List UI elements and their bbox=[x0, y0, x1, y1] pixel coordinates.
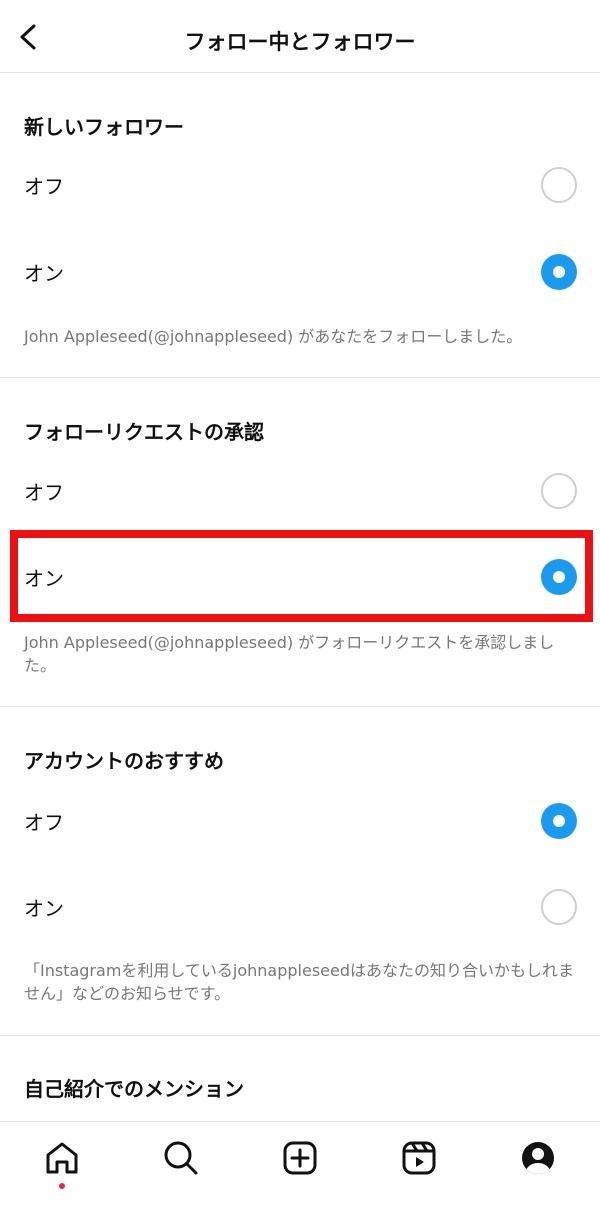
radio-button-selected[interactable] bbox=[541, 559, 577, 595]
section-title-account-suggestions: アカウントのおすすめ bbox=[24, 749, 224, 773]
section-title-follow-requests: フォローリクエストの承認 bbox=[24, 420, 264, 444]
reels-icon bbox=[402, 1141, 436, 1175]
nav-reels[interactable] bbox=[399, 1138, 439, 1178]
section-description: John Appleseed(@johnappleseed) がフォローリクエス… bbox=[24, 633, 555, 675]
notification-dot bbox=[59, 1183, 65, 1189]
nav-profile[interactable] bbox=[518, 1138, 558, 1178]
option-label: オン bbox=[24, 261, 64, 286]
search-icon bbox=[164, 1141, 198, 1175]
home-icon bbox=[46, 1142, 78, 1174]
option-label: オン bbox=[24, 566, 64, 591]
header: フォロー中とフォロワー bbox=[0, 0, 600, 73]
radio-button[interactable] bbox=[541, 889, 577, 925]
nav-create[interactable] bbox=[280, 1138, 320, 1178]
option-label: オフ bbox=[24, 480, 64, 505]
section-title-bio-mentions: 自己紹介でのメンション bbox=[24, 1077, 244, 1101]
section-title-new-followers: 新しいフォロワー bbox=[24, 115, 184, 139]
option-follow-requests-off[interactable]: オフ bbox=[0, 448, 600, 534]
option-new-followers-off[interactable]: オフ bbox=[0, 142, 600, 228]
create-icon bbox=[283, 1141, 317, 1175]
divider bbox=[0, 377, 600, 378]
option-account-suggestions-off[interactable]: オフ bbox=[0, 778, 600, 864]
option-label: オフ bbox=[24, 174, 64, 199]
profile-icon bbox=[522, 1142, 554, 1174]
radio-button[interactable] bbox=[541, 167, 577, 203]
section-description: John Appleseed(@johnappleseed) があなたをフォロー… bbox=[24, 327, 523, 346]
option-label: オフ bbox=[24, 810, 64, 835]
bottom-nav bbox=[0, 1121, 600, 1211]
nav-home[interactable] bbox=[42, 1138, 82, 1178]
divider bbox=[0, 1035, 600, 1036]
section-description: 「Instagramを利用しているjohnappleseedはあなたの知り合いか… bbox=[24, 961, 575, 1003]
radio-button-selected[interactable] bbox=[541, 254, 577, 290]
radio-button-selected[interactable] bbox=[541, 803, 577, 839]
radio-button[interactable] bbox=[541, 473, 577, 509]
option-new-followers-on[interactable]: オン bbox=[0, 229, 600, 315]
option-follow-requests-on[interactable]: オン bbox=[0, 534, 600, 620]
page: フォロー中とフォロワー 新しいフォロワー オフ オン John Applesee… bbox=[0, 0, 600, 1211]
option-account-suggestions-on[interactable]: オン bbox=[0, 864, 600, 950]
nav-search[interactable] bbox=[161, 1138, 201, 1178]
option-label: オン bbox=[24, 896, 64, 921]
page-title: フォロー中とフォロワー bbox=[184, 30, 416, 54]
divider bbox=[0, 706, 600, 707]
